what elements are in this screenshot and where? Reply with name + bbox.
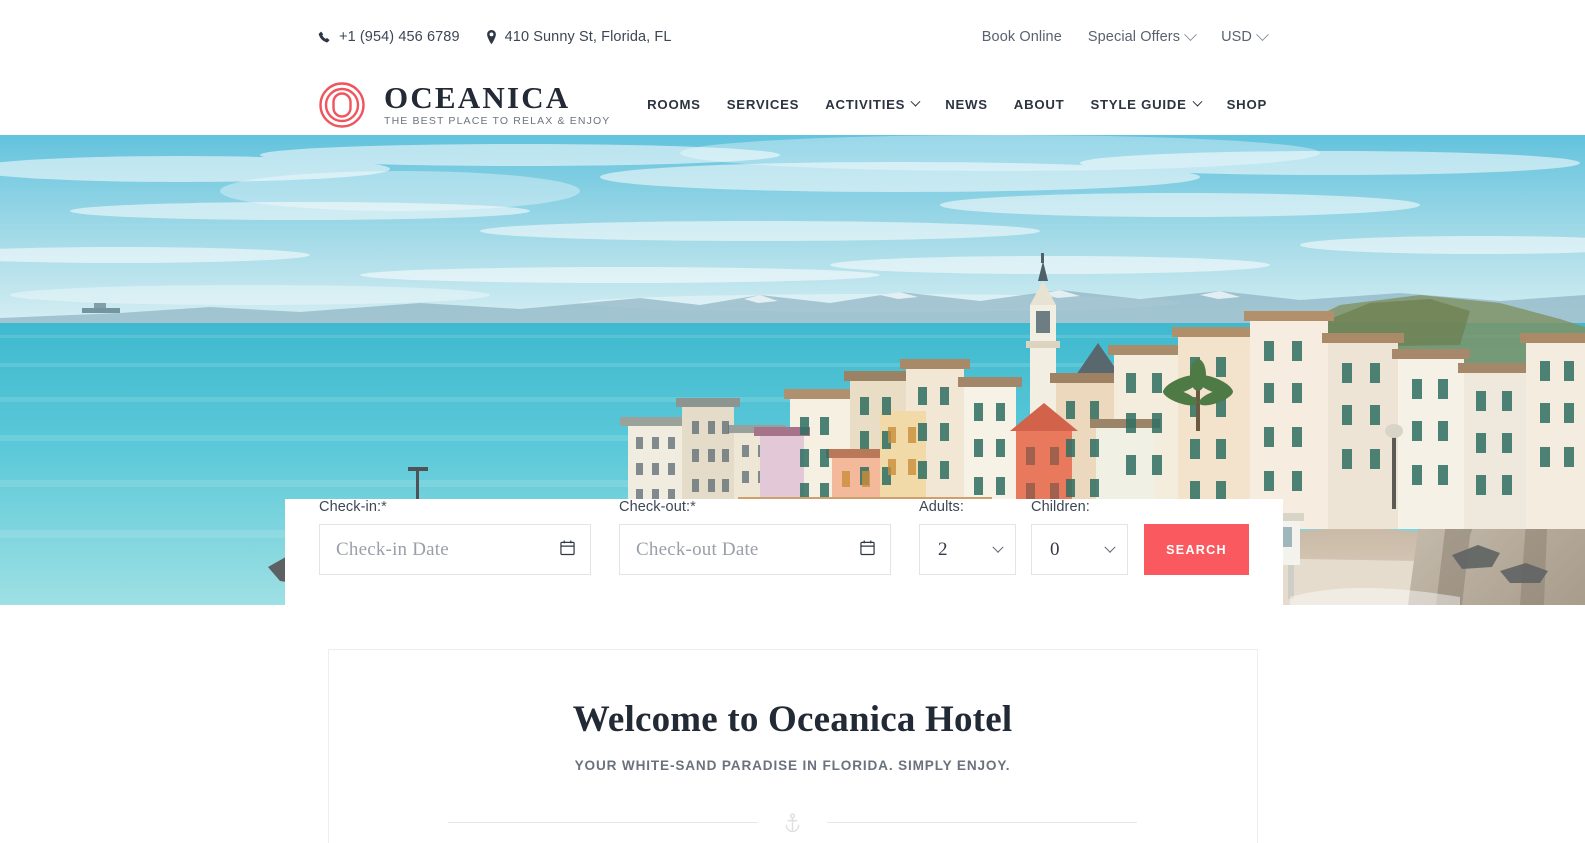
children-label: Children: <box>1031 499 1090 515</box>
nav-item-label: ACTIVITIES <box>825 97 906 112</box>
welcome-section: Welcome to Oceanica Hotel YOUR WHITE-SAN… <box>0 605 1585 843</box>
anchor-divider <box>389 813 1197 832</box>
nav-item-about[interactable]: ABOUT <box>1014 97 1065 112</box>
brand-name: OCEANICA <box>384 80 571 116</box>
checkin-placeholder: Check-in Date <box>336 538 449 560</box>
nav-item-shop[interactable]: SHOP <box>1227 97 1267 112</box>
topbar-link-label: USD <box>1221 29 1252 45</box>
checkin-label: Check-in:* <box>319 499 591 515</box>
nav-item-label: SERVICES <box>726 97 800 112</box>
nav-item-label: ROOMS <box>647 97 701 112</box>
checkin-field-group: Check-in:* Check-in Date <box>319 499 591 575</box>
adults-field-group: Adults: 2 <box>919 499 1016 575</box>
nav-item-style-guide[interactable]: STYLE GUIDE <box>1090 96 1203 112</box>
brand-logo[interactable]: OCEANICA THE BEST PLACE TO RELAX & ENJOY <box>318 81 610 129</box>
nav-item-label: NEWS <box>945 97 988 112</box>
chevron-down-icon <box>1184 27 1197 41</box>
children-field-group: Children: 0 <box>1031 499 1128 575</box>
adults-value: 2 <box>938 538 948 560</box>
welcome-subtitle: YOUR WHITE-SAND PARADISE IN FLORIDA. SIM… <box>574 758 1011 773</box>
topbar-currency-selector[interactable]: USD <box>1221 27 1269 45</box>
checkin-date-input[interactable]: Check-in Date <box>319 524 591 575</box>
chevron-down-icon <box>1192 96 1203 107</box>
divider-line-left <box>448 822 758 823</box>
chevron-down-icon <box>992 541 1004 553</box>
calendar-icon[interactable] <box>560 539 575 560</box>
divider-line-right <box>827 822 1137 823</box>
nav-item-rooms[interactable]: ROOMS <box>647 97 701 112</box>
required-asterisk: * <box>381 499 387 515</box>
booking-search-bar: Check-in:* Check-in Date Check-out:* Che… <box>285 499 1283 605</box>
site-header: OCEANICA THE BEST PLACE TO RELAX & ENJOY… <box>0 74 1585 135</box>
topbar-address-text: 410 Sunny St, Florida, FL <box>504 29 672 45</box>
checkout-label-text: Check-out: <box>619 499 691 515</box>
chevron-down-icon <box>910 96 921 107</box>
children-select[interactable]: 0 <box>1031 524 1128 575</box>
utility-topbar: +1 (954) 456 6789 410 Sunny St, Florida,… <box>0 0 1585 74</box>
required-asterisk: * <box>690 499 696 515</box>
topbar-links-group: Book Online Special Offers USD <box>982 27 1269 45</box>
topbar-link-special-offers[interactable]: Special Offers <box>1087 27 1197 45</box>
oceanica-ring-logo-icon <box>318 81 366 129</box>
adults-select[interactable]: 2 <box>919 524 1016 575</box>
hero-banner: Check-in:* Check-in Date Check-out:* Che… <box>0 135 1585 605</box>
children-value: 0 <box>1050 538 1060 560</box>
topbar-contact-group: +1 (954) 456 6789 410 Sunny St, Florida,… <box>318 29 672 45</box>
anchor-icon <box>784 813 801 832</box>
phone-icon <box>318 31 331 44</box>
topbar-link-label: Book Online <box>981 29 1062 45</box>
topbar-phone-text: +1 (954) 456 6789 <box>339 29 460 45</box>
topbar-phone[interactable]: +1 (954) 456 6789 <box>318 29 460 45</box>
checkout-label: Check-out:* <box>619 499 891 515</box>
nav-item-label: ABOUT <box>1013 97 1065 112</box>
page-title: Welcome to Oceanica Hotel <box>572 699 1013 740</box>
checkout-placeholder: Check-out Date <box>636 538 759 560</box>
checkout-field-group: Check-out:* Check-out Date <box>619 499 891 575</box>
topbar-link-label: Special Offers <box>1087 29 1181 45</box>
nav-item-label: SHOP <box>1226 97 1267 112</box>
search-button[interactable]: SEARCH <box>1144 524 1249 575</box>
welcome-card: Welcome to Oceanica Hotel YOUR WHITE-SAN… <box>327 649 1258 843</box>
map-pin-icon <box>486 30 497 44</box>
checkin-label-text: Check-in: <box>319 499 382 515</box>
chevron-down-icon <box>1256 27 1269 41</box>
brand-tagline: THE BEST PLACE TO RELAX & ENJOY <box>384 115 611 128</box>
nav-item-label: STYLE GUIDE <box>1090 97 1187 112</box>
topbar-address[interactable]: 410 Sunny St, Florida, FL <box>486 29 672 45</box>
adults-label: Adults: <box>919 499 965 515</box>
nav-item-news[interactable]: NEWS <box>945 97 988 112</box>
checkout-date-input[interactable]: Check-out Date <box>619 524 891 575</box>
chevron-down-icon <box>1104 541 1116 553</box>
calendar-icon[interactable] <box>860 539 875 560</box>
nav-item-activities[interactable]: ACTIVITIES <box>825 96 921 112</box>
topbar-link-book-online[interactable]: Book Online <box>982 29 1062 45</box>
main-navigation: ROOMS SERVICES ACTIVITIES NEWS ABOUT STY… <box>647 96 1267 112</box>
nav-item-services[interactable]: SERVICES <box>727 97 799 112</box>
